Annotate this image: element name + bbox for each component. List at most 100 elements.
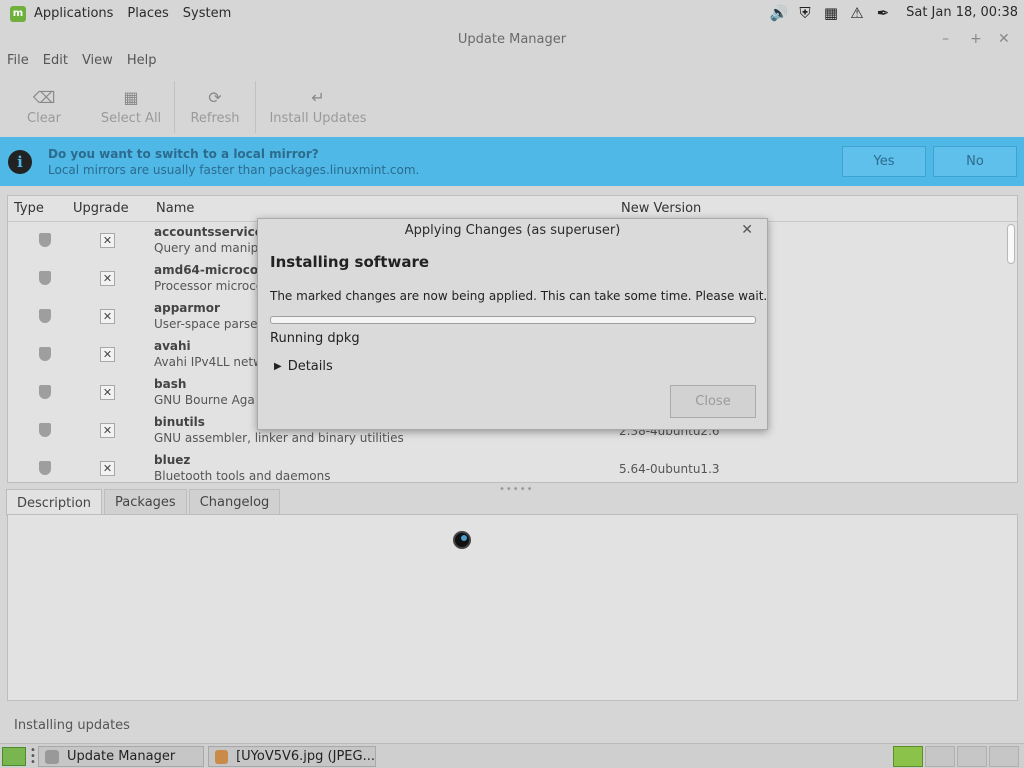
clock[interactable]: Sat Jan 18, 00:38 <box>906 5 1018 20</box>
task-update-manager[interactable]: Update Manager <box>38 746 204 767</box>
package-name: avahi <box>154 339 191 353</box>
install-updates-label: Install Updates <box>269 111 367 126</box>
volume-icon[interactable]: 🔊 <box>768 2 790 24</box>
network-icon[interactable]: ✒ <box>872 2 894 24</box>
tab-changelog[interactable]: Changelog <box>188 489 281 515</box>
list-scrollbar[interactable] <box>1007 224 1015 264</box>
upgrade-checkbox[interactable]: ✕ <box>100 347 115 362</box>
upgrade-checkbox[interactable]: ✕ <box>100 385 115 400</box>
menu-view[interactable]: View <box>82 53 113 73</box>
infobar-detail: Local mirrors are usually faster than pa… <box>48 163 420 177</box>
taskbar: • • • Update Manager [UYoV5V6.jpg (JPEG... <box>0 743 1024 768</box>
loading-spinner-icon <box>453 531 471 549</box>
select-all-button[interactable]: ▦ Select All <box>88 77 174 137</box>
menu-edit[interactable]: Edit <box>43 53 68 73</box>
dialog-message: The marked changes are now being applied… <box>270 289 768 303</box>
workspace-2[interactable] <box>925 746 955 767</box>
package-name: binutils <box>154 415 205 429</box>
workspace-3[interactable] <box>957 746 987 767</box>
image-viewer-icon <box>215 749 229 764</box>
column-new-version[interactable]: New Version <box>621 201 701 216</box>
package-description: Avahi IPv4LL netw <box>154 355 263 369</box>
package-name: bash <box>154 377 187 391</box>
install-updates-button[interactable]: ↵ Install Updates <box>256 77 380 137</box>
pane-resize-handle[interactable]: ••••• <box>499 484 534 495</box>
install-progress-bar <box>270 316 756 324</box>
workspace-4[interactable] <box>989 746 1019 767</box>
package-name: accountsservice <box>154 225 263 239</box>
battery-icon[interactable]: ▦ <box>820 2 842 24</box>
package-description: Processor microco <box>154 279 264 293</box>
upgrade-checkbox[interactable]: ✕ <box>100 423 115 438</box>
package-type-icon <box>39 233 51 247</box>
mint-menu-icon[interactable]: m <box>10 5 26 22</box>
refresh-button[interactable]: ⟳ Refresh <box>175 77 255 137</box>
package-type-icon <box>39 347 51 361</box>
refresh-icon: ⟳ <box>208 88 222 107</box>
install-icon: ↵ <box>311 88 325 107</box>
package-version: 5.64-0ubuntu1.3 <box>619 462 720 476</box>
window-titlebar: Update Manager – + ✕ <box>0 27 1024 53</box>
menu-places[interactable]: Places <box>127 6 168 21</box>
show-desktop-button[interactable] <box>2 747 26 766</box>
update-manager-icon <box>45 749 59 764</box>
maximize-icon[interactable]: + <box>970 31 982 47</box>
menu-file[interactable]: File <box>7 53 29 73</box>
upgrade-checkbox[interactable]: ✕ <box>100 233 115 248</box>
clear-label: Clear <box>27 111 61 126</box>
package-description: GNU assembler, linker and binary utiliti… <box>154 431 404 445</box>
dialog-close-button[interactable]: Close <box>670 385 756 418</box>
update-icon[interactable]: ⚠ <box>846 2 868 24</box>
progress-status: Running dpkg <box>270 331 360 346</box>
no-button[interactable]: No <box>933 146 1017 177</box>
package-description: Query and manip <box>154 241 259 255</box>
workspace-1[interactable] <box>893 746 923 767</box>
column-name[interactable]: Name <box>156 201 194 216</box>
package-name: amd64-microcod <box>154 263 267 277</box>
table-row[interactable]: ✕ bluez Bluetooth tools and daemons 5.64… <box>8 450 1003 483</box>
system-tray: 🔊 ⛨ ▦ ⚠ ✒ <box>768 2 894 24</box>
package-description: User-space parser <box>154 317 263 331</box>
window-title: Update Manager <box>457 32 567 47</box>
task-label: [UYoV5V6.jpg (JPEG... <box>236 749 375 764</box>
menubar: File Edit View Help <box>0 53 1024 73</box>
yes-button[interactable]: Yes <box>842 146 926 177</box>
tab-description[interactable]: Description <box>6 489 103 516</box>
shield-icon[interactable]: ⛨ <box>794 2 816 24</box>
info-icon: i <box>8 150 32 174</box>
details-expander[interactable]: ▶ Details <box>274 359 333 374</box>
close-window-icon[interactable]: ✕ <box>998 31 1010 47</box>
upgrade-checkbox[interactable]: ✕ <box>100 271 115 286</box>
package-name: bluez <box>154 453 191 467</box>
select-all-label: Select All <box>100 111 162 126</box>
minimize-icon[interactable]: – <box>942 31 949 47</box>
menu-applications[interactable]: Applications <box>34 6 113 21</box>
upgrade-checkbox[interactable]: ✕ <box>100 309 115 324</box>
package-type-icon <box>39 309 51 323</box>
menu-system[interactable]: System <box>183 6 231 21</box>
clear-button[interactable]: ⌫ Clear <box>0 77 88 137</box>
package-description: GNU Bourne Aga <box>154 393 255 407</box>
task-label: Update Manager <box>67 749 176 764</box>
toolbar: ⌫ Clear ▦ Select All ⟳ Refresh ↵ Install… <box>0 77 1024 137</box>
dialog-title: Applying Changes (as superuser) <box>404 223 621 238</box>
infobar-question: Do you want to switch to a local mirror? <box>48 147 319 161</box>
mirror-infobar: i Do you want to switch to a local mirro… <box>0 137 1024 186</box>
details-tabs: Description Packages Changelog <box>6 489 281 516</box>
package-type-icon <box>39 423 51 437</box>
details-label: Details <box>287 359 333 374</box>
top-panel: m Applications Places System 🔊 ⛨ ▦ ⚠ ✒ S… <box>0 0 1024 27</box>
select-all-icon: ▦ <box>123 88 139 107</box>
taskbar-handle-icon: • • • <box>30 745 36 768</box>
package-description: Bluetooth tools and daemons <box>154 469 331 483</box>
column-upgrade[interactable]: Upgrade <box>73 201 129 216</box>
status-text: Installing updates <box>14 718 130 733</box>
package-type-icon <box>39 271 51 285</box>
dialog-close-icon[interactable]: ✕ <box>741 222 753 238</box>
upgrade-checkbox[interactable]: ✕ <box>100 461 115 476</box>
menu-help[interactable]: Help <box>127 53 157 73</box>
column-type[interactable]: Type <box>14 201 44 216</box>
task-image-viewer[interactable]: [UYoV5V6.jpg (JPEG... <box>208 746 376 767</box>
description-pane <box>7 514 1018 701</box>
tab-packages[interactable]: Packages <box>104 489 187 515</box>
